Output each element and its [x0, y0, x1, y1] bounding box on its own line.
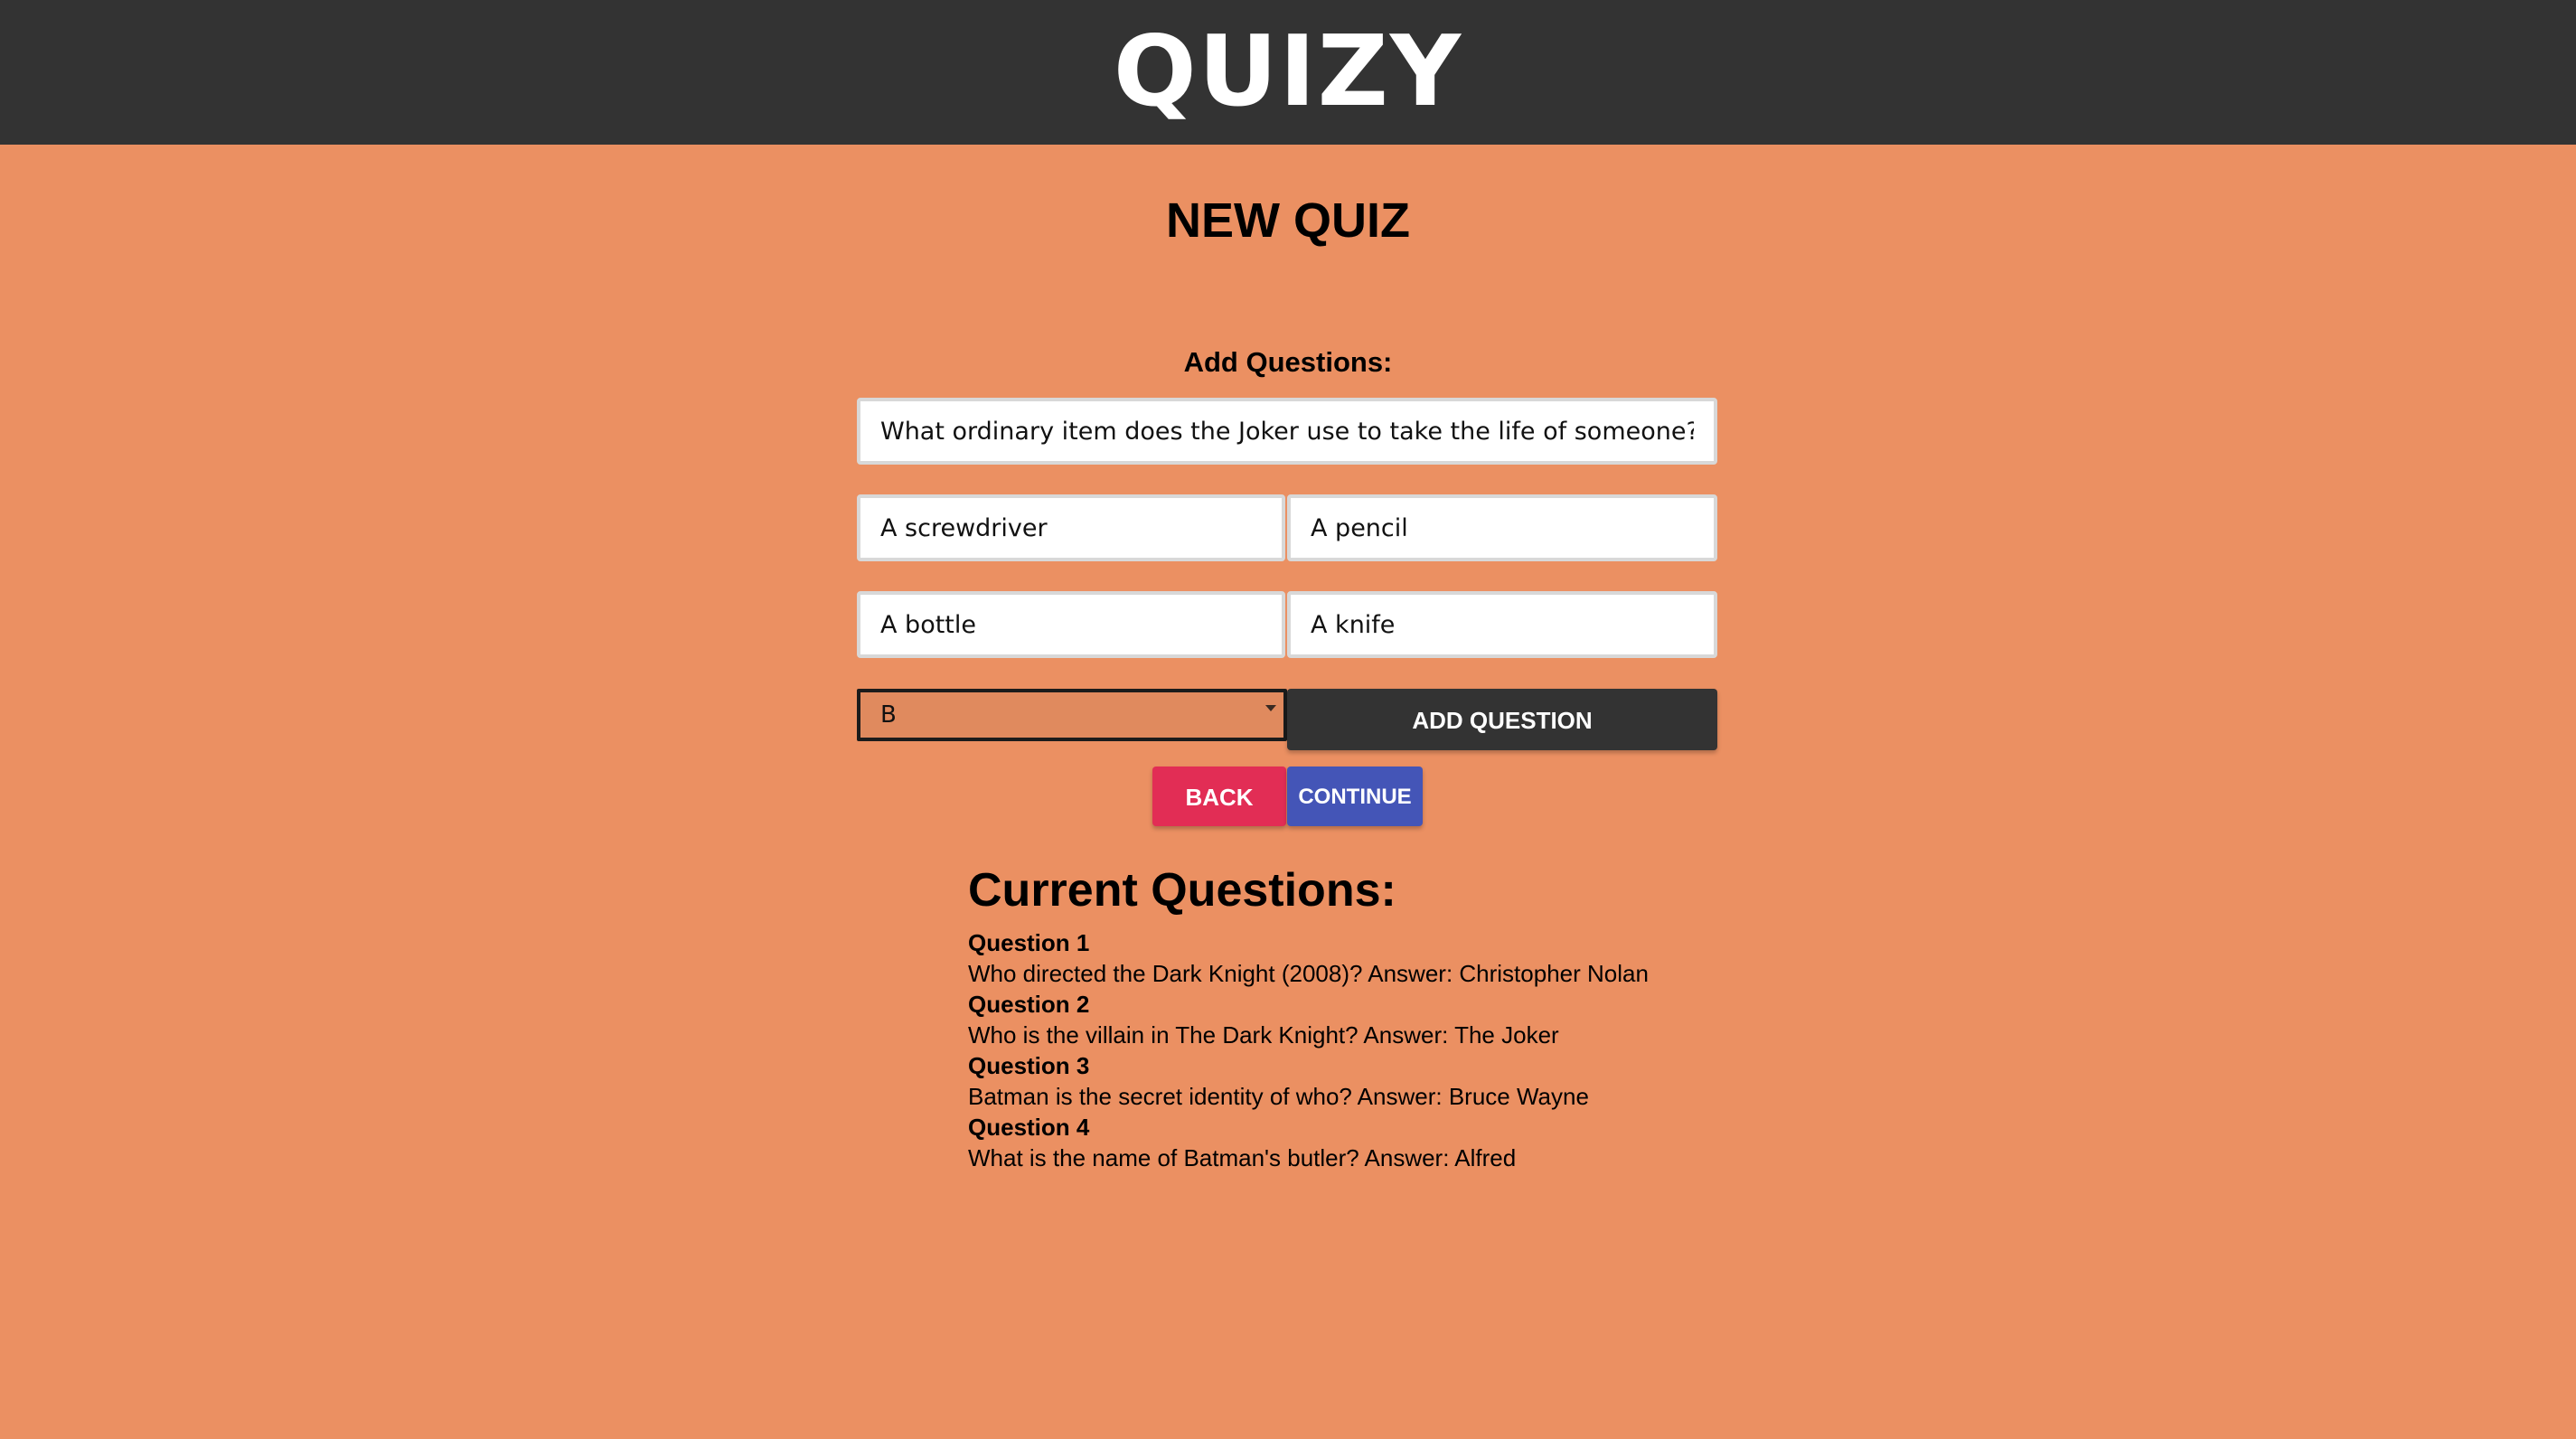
add-question-button[interactable]: ADD QUESTION: [1287, 689, 1717, 750]
question-text: Who is the villain in The Dark Knight? A…: [968, 1021, 1559, 1049]
correct-answer-select[interactable]: B: [857, 689, 1287, 741]
question-text: What is the name of Batman's butler? Ans…: [968, 1144, 1517, 1171]
page-title: NEW QUIZ: [1166, 193, 1410, 248]
answer-d-input[interactable]: [1287, 591, 1717, 658]
answer-c-input[interactable]: [857, 591, 1285, 658]
question-heading: Question 1: [968, 929, 1090, 956]
question-input[interactable]: [857, 398, 1717, 465]
current-questions-title: Current Questions:: [968, 864, 1396, 917]
question-text: Who directed the Dark Knight (2008)? Ans…: [968, 960, 1649, 987]
question-text: Batman is the secret identity of who? An…: [968, 1083, 1589, 1110]
current-questions-section: Current Questions: Question 1 Who direct…: [968, 859, 1962, 1173]
continue-button[interactable]: CONTINUE: [1287, 767, 1423, 826]
add-questions-label: Add Questions:: [1183, 346, 1393, 378]
question-heading: Question 4: [968, 1114, 1090, 1141]
question-heading: Question 3: [968, 1052, 1090, 1079]
correct-answer-value: B: [880, 701, 897, 729]
answer-b-input[interactable]: [1287, 494, 1717, 561]
answer-a-input[interactable]: [857, 494, 1285, 561]
app-logo[interactable]: QUIZY: [0, 14, 2576, 130]
caret-down-icon: [1265, 705, 1276, 711]
question-heading: Question 2: [968, 991, 1090, 1018]
back-button[interactable]: BACK: [1152, 767, 1286, 826]
